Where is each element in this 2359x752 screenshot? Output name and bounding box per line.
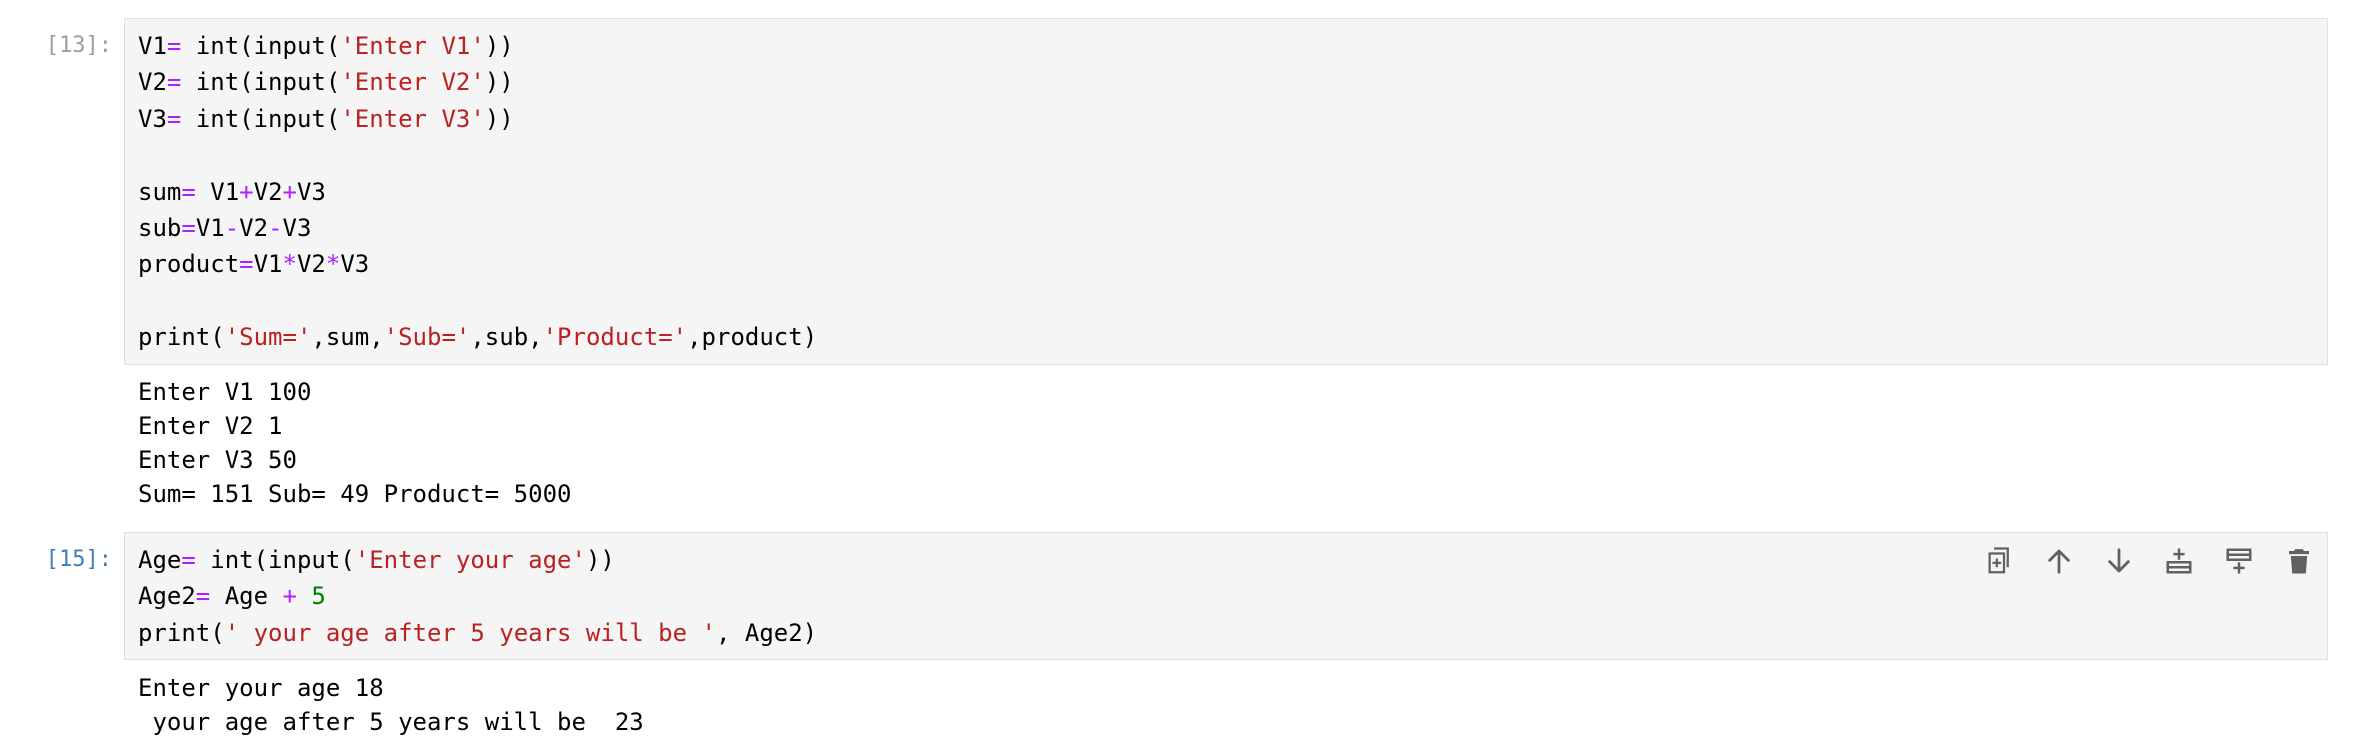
code-line: V2= int(input('Enter V2')): [138, 64, 817, 100]
code-lines: Age= int(input('Enter your age')) Age2= A…: [138, 542, 817, 651]
code-token: int(input(: [195, 546, 355, 574]
code-lines: V1= int(input('Enter V1')) V2= int(input(…: [138, 28, 817, 356]
code-line: sum= V1+V2+V3: [138, 174, 817, 210]
insert-below-icon: [2224, 546, 2254, 576]
code-token: 5: [311, 582, 326, 611]
code-token: )): [484, 32, 514, 60]
code-line: product=V1*V2*V3: [138, 246, 817, 282]
move-cell-up-button[interactable]: [2040, 542, 2078, 580]
cell-output: Enter V1 100 Enter V2 1 Enter V3 50 Sum= 15…: [138, 375, 571, 511]
output-line: Sum= 151 Sub= 49 Product= 5000: [138, 480, 572, 508]
code-token: 'Sub=': [383, 323, 471, 352]
code-token: *: [325, 250, 341, 279]
code-line: Age= int(input('Enter your age')): [138, 542, 817, 578]
code-token: =: [239, 250, 254, 279]
code-token: V3: [296, 177, 326, 206]
code-token: +: [282, 177, 297, 206]
insert-above-icon: [2164, 546, 2194, 576]
code-token: print(: [138, 323, 225, 352]
code-token: *: [282, 250, 297, 279]
code-line: Age2= Age + 5: [138, 578, 817, 614]
code-token: int(input(: [181, 32, 341, 60]
code-token: , Age2): [715, 618, 818, 647]
code-token: V1: [253, 250, 283, 279]
execution-count: [13]:: [45, 33, 112, 58]
code-token: V2: [239, 213, 269, 242]
code-token: product: [138, 250, 240, 279]
code-token: V3: [282, 213, 312, 242]
arrow-up-icon: [2044, 546, 2074, 576]
code-token: 'Enter V2': [340, 68, 485, 97]
code-token: ,sub,: [470, 323, 543, 352]
code-token: print(: [138, 618, 225, 647]
code-token: V2: [253, 177, 283, 206]
code-token: V3: [138, 104, 167, 133]
code-token: =: [166, 104, 182, 133]
execution-count: [15]:: [45, 547, 112, 572]
code-token: 'Sum=': [224, 323, 312, 352]
code-token: 'Enter your age': [354, 546, 586, 574]
code-token: =: [181, 546, 196, 574]
code-token: ,sum,: [311, 323, 384, 352]
code-token: =: [166, 32, 182, 60]
code-token: V2: [296, 250, 326, 279]
code-line: print('Sum=',sum,'Sub=',sub,'Product=',p…: [138, 319, 817, 355]
output-line: your age after 5 years will be 23: [138, 708, 644, 736]
cell-toolbar: [1980, 539, 2318, 583]
move-cell-down-button[interactable]: [2100, 542, 2138, 580]
code-token: sum: [138, 177, 182, 206]
code-token: V3: [340, 250, 370, 279]
code-token: -: [268, 213, 283, 242]
code-token: sub: [138, 213, 182, 242]
code-token: ' your age after 5 years will be ': [224, 618, 716, 647]
code-token: =: [166, 68, 182, 97]
insert-cell-below-button[interactable]: [2220, 542, 2258, 580]
code-token: -: [224, 213, 240, 242]
cell-output: Enter your age 18 your age after 5 years…: [138, 671, 644, 739]
code-token: V2: [138, 68, 167, 97]
code-token: Age: [210, 582, 283, 611]
code-token: )): [585, 546, 615, 574]
duplicate-cell-button[interactable]: [1980, 542, 2018, 580]
delete-cell-button[interactable]: [2280, 542, 2318, 580]
code-token: +: [239, 177, 254, 206]
code-token: V1: [195, 213, 225, 242]
code-token: Age2: [138, 582, 196, 611]
code-line: V1= int(input('Enter V1')): [138, 28, 817, 64]
trash-icon: [2284, 546, 2314, 576]
output-line: Enter V2 1: [138, 412, 283, 440]
code-token: 'Enter V3': [340, 104, 485, 133]
code-editor[interactable]: V1= int(input('Enter V1')) V2= int(input(…: [124, 18, 2328, 365]
output-line: Enter V1 100: [138, 378, 312, 406]
code-token: V1: [138, 32, 167, 60]
arrow-down-icon: [2104, 546, 2134, 576]
code-token: Age: [138, 546, 182, 574]
duplicate-icon: [1984, 546, 2014, 576]
code-token: =: [195, 582, 211, 611]
code-token: V1: [195, 177, 240, 206]
code-token: )): [484, 104, 514, 133]
code-token: 'Product=': [542, 323, 688, 352]
code-token: int(input(: [181, 104, 341, 133]
code-token: =: [181, 213, 196, 242]
output-line: Enter V3 50: [138, 446, 297, 474]
insert-cell-above-button[interactable]: [2160, 542, 2198, 580]
code-token: ,product): [687, 323, 818, 352]
code-line: print(' your age after 5 years will be '…: [138, 615, 817, 651]
code-token: +: [282, 582, 297, 611]
code-token: 'Enter V1': [340, 32, 485, 60]
output-line: Enter your age 18: [138, 674, 384, 702]
code-token: )): [484, 68, 514, 97]
code-line: V3= int(input('Enter V3')): [138, 101, 817, 137]
code-line: sub=V1-V2-V3: [138, 210, 817, 246]
code-token: =: [181, 177, 196, 206]
code-token: int(input(: [181, 68, 341, 97]
